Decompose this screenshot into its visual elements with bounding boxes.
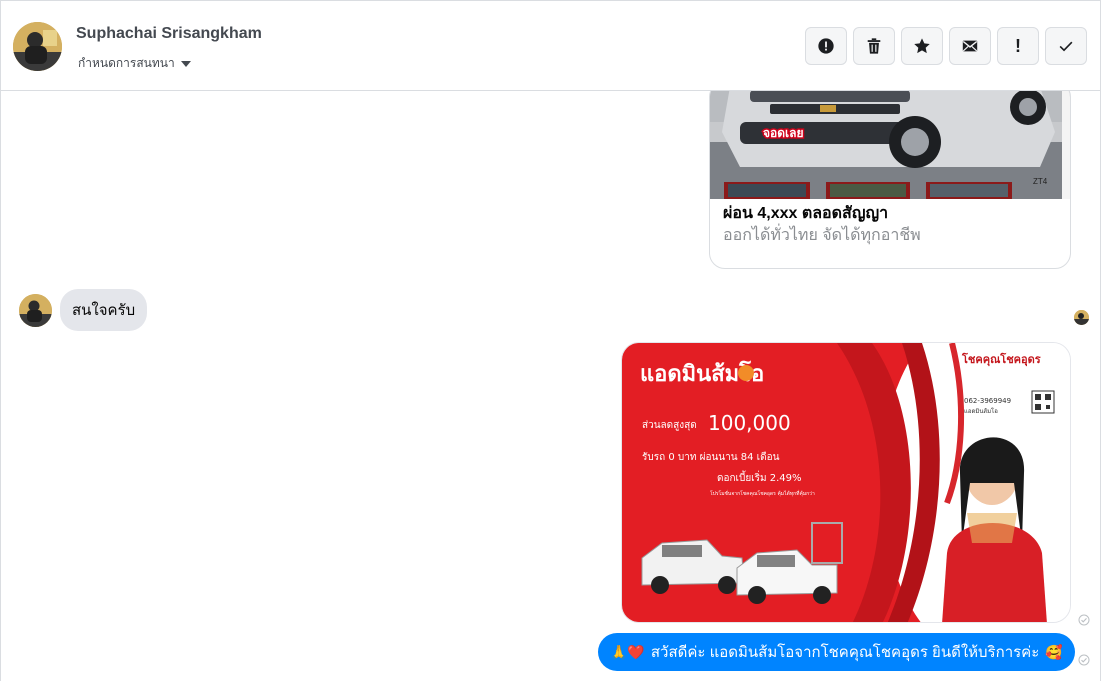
conversation-header: Suphachai Srisangkham กำหนดการสนทนา ! <box>1 1 1100 91</box>
svg-text:ดอกเบี้ยเริ่ม 2.49%: ดอกเบี้ยเริ่ม 2.49% <box>717 470 802 484</box>
smiling-hearts-emoji: 🥰 <box>1045 644 1063 660</box>
svg-text:ส่วนลดสูงสุด: ส่วนลดสูงสุด <box>642 420 697 431</box>
messenger-thread-window: Suphachai Srisangkham กำหนดการสนทนา ! จอ… <box>0 0 1101 681</box>
trash-icon <box>867 38 881 54</box>
svg-text:โชคคุณโชคอุดร: โชคคุณโชคอุดร <box>961 352 1041 367</box>
conversation-settings-label: กำหนดการสนทนา <box>78 56 175 70</box>
caret-down-icon <box>180 60 191 67</box>
delivered-check-icon <box>1078 653 1090 671</box>
svg-text:062-3969949: 062-3969949 <box>964 397 1011 405</box>
exclamation-icon: ! <box>1015 36 1021 56</box>
conversation-toolbar: ! <box>805 27 1087 65</box>
contact-avatar[interactable] <box>13 22 62 71</box>
link-preview-card[interactable]: จอดเลย ZT4 ผ่อน 4,xxx ตลอดสัญญา ออกได้ทั… <box>709 91 1071 269</box>
outgoing-message-bubble[interactable]: 🙏❤️ สวัสดีค่ะ แอดมินส้มโอจากโชคคุณโชคอุด… <box>598 633 1075 671</box>
promo-image-message[interactable]: แอดมินส้มโอ โชคคุณโชคอุดร 062-3969949 แอ… <box>621 342 1071 623</box>
mark-unread-button[interactable] <box>949 27 991 65</box>
incoming-message-row: สนใจครับ <box>19 289 148 331</box>
seen-indicator-avatar <box>1074 310 1089 325</box>
alert-circle-icon <box>818 38 834 54</box>
svg-text:100,000: 100,000 <box>708 411 791 435</box>
contact-name[interactable]: Suphachai Srisangkham <box>76 25 262 43</box>
svg-text:รับรถ 0 บาท ผ่อนนาน 84 เดือน: รับรถ 0 บาท ผ่อนนาน 84 เดือน <box>642 451 780 463</box>
envelope-icon <box>962 40 978 52</box>
delivered-check-icon <box>1078 613 1090 631</box>
message-thread[interactable]: จอดเลย ZT4 ผ่อน 4,xxx ตลอดสัญญา ออกได้ทั… <box>1 91 1100 681</box>
star-button[interactable] <box>901 27 943 65</box>
svg-text:แอดมินส้มโอ: แอดมินส้มโอ <box>964 407 998 415</box>
delete-button[interactable] <box>853 27 895 65</box>
star-icon <box>914 38 930 54</box>
incoming-message-bubble[interactable]: สนใจครับ <box>60 289 148 331</box>
svg-text:จอดเลย: จอดเลย <box>763 126 804 140</box>
svg-text:ZT4: ZT4 <box>1033 177 1048 186</box>
car-ad-image: จอดเลย ZT4 <box>710 91 1070 199</box>
report-button[interactable] <box>805 27 847 65</box>
outgoing-message-text: สวัสดีค่ะ แอดมินส้มโอจากโชคคุณโชคอุดร ยิ… <box>650 644 1040 661</box>
done-button[interactable] <box>1045 27 1087 65</box>
pray-heart-emoji: 🙏❤️ <box>610 644 645 660</box>
check-icon <box>1059 41 1073 52</box>
conversation-settings-dropdown[interactable]: กำหนดการสนทนา <box>78 54 191 73</box>
sender-avatar[interactable] <box>19 293 52 327</box>
link-card-subtitle: ออกได้ทั่วไทย จัดได้ทุกอาชีพ <box>723 227 921 244</box>
svg-text:โปรโมชั่นจากโชคคุณโชคอุดร คุ้ม: โปรโมชั่นจากโชคคุณโชคอุดร คุ้มได้ทุกที่ค… <box>710 490 815 497</box>
spam-button[interactable]: ! <box>997 27 1039 65</box>
